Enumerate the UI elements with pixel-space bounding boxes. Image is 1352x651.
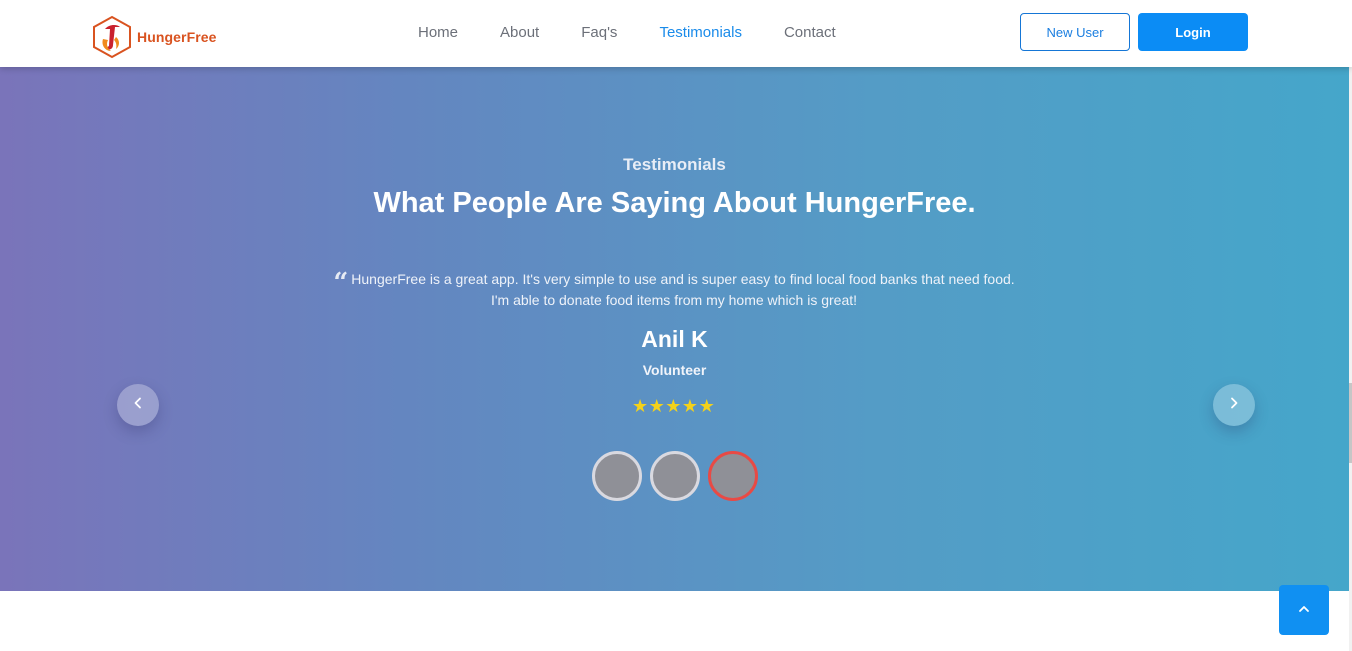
nav-home[interactable]: Home (418, 24, 458, 41)
chevron-up-icon (1298, 601, 1310, 619)
site-header: HungerFree Home About Faq's Testimonials… (0, 0, 1352, 67)
brand-name: HungerFree (137, 29, 217, 45)
section-eyebrow: Testimonials (623, 155, 726, 174)
quote-text: HungerFree is a great app. It's very sim… (351, 271, 1015, 308)
star-icon: ★ (698, 396, 715, 417)
brand-logo-link[interactable]: HungerFree (91, 15, 217, 59)
nav-testimonials[interactable]: Testimonials (659, 24, 742, 41)
carousel-indicator-3[interactable] (708, 451, 758, 501)
star-icon: ★ (632, 396, 649, 417)
carousel-prev-button[interactable] (117, 384, 159, 426)
main-nav: Home About Faq's Testimonials Contact (418, 24, 878, 41)
chevron-left-icon (132, 396, 144, 414)
testimonials-section: Testimonials What People Are Saying Abou… (0, 67, 1349, 591)
carousel-indicator-2[interactable] (650, 451, 700, 501)
section-heading: What People Are Saying About HungerFree. (373, 187, 976, 219)
chevron-right-icon (1228, 396, 1240, 414)
testimonial-author: Anil K (641, 326, 708, 352)
nav-about[interactable]: About (500, 24, 539, 41)
testimonial-quote: “HungerFree is a great app. It's very si… (324, 269, 1024, 311)
testimonial-role: Volunteer (642, 362, 707, 378)
nav-faqs[interactable]: Faq's (581, 24, 617, 41)
login-button[interactable]: Login (1138, 13, 1248, 51)
hungerfree-logo-icon (91, 15, 133, 59)
star-icon: ★ (681, 396, 699, 417)
carousel-next-button[interactable] (1213, 384, 1255, 426)
star-icon: ★ (665, 396, 682, 417)
nav-contact[interactable]: Contact (784, 24, 836, 41)
new-user-button[interactable]: New User (1020, 13, 1130, 51)
rating-stars: ★ ★ ★ ★ ★ (632, 398, 715, 416)
back-to-top-button[interactable] (1279, 585, 1329, 635)
carousel-indicators (592, 451, 766, 501)
quote-icon: “ (333, 268, 349, 298)
star-icon: ★ (648, 396, 665, 417)
carousel-indicator-1[interactable] (592, 451, 642, 501)
